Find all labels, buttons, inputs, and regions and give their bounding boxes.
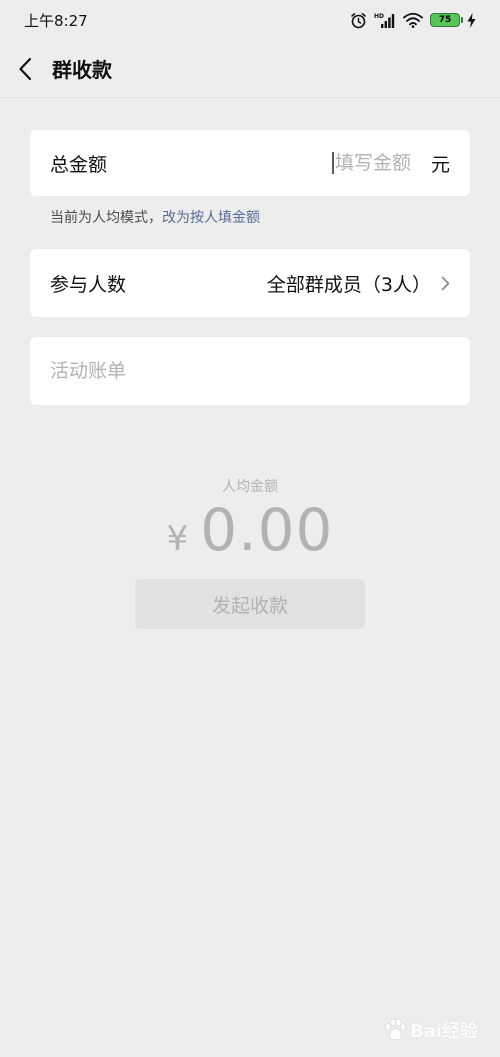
watermark-text: Bai经验 [409, 1021, 478, 1042]
battery-icon: 75 [430, 13, 463, 27]
activity-bill-input[interactable] [50, 360, 450, 382]
per-person-value: 0.00 [200, 496, 334, 564]
total-amount-input[interactable] [334, 152, 421, 174]
start-collection-button[interactable]: 发起收款 [135, 579, 365, 629]
nav-bar: 群收款 [0, 40, 500, 98]
status-bar: 上午8:27 HD 75 [0, 0, 500, 40]
currency-symbol: ¥ [166, 519, 189, 559]
mode-hint-text: 当前为人均模式， [50, 210, 162, 226]
participants-value: 全部群成员（3人） [266, 273, 431, 296]
back-button[interactable] [0, 40, 50, 98]
text-cursor [331, 152, 334, 174]
page-title: 群收款 [52, 58, 112, 82]
currency-unit-label: 元 [430, 153, 450, 176]
switch-mode-link[interactable]: 改为按人填金额 [162, 210, 260, 226]
participants-row[interactable]: 参与人数 全部群成员（3人） [30, 249, 470, 317]
activity-bill-card [30, 337, 470, 405]
participants-label: 参与人数 [50, 273, 127, 296]
hd-signal-icon: HD [374, 13, 395, 28]
charging-bolt-icon [467, 12, 476, 28]
chevron-right-icon [441, 276, 450, 290]
alarm-icon [351, 12, 366, 28]
svg-text:HD: HD [374, 13, 384, 20]
per-person-amount: ¥ 0.00 [0, 496, 500, 564]
total-amount-entry: 元 [331, 150, 450, 177]
baidu-paw-icon [385, 1018, 406, 1041]
status-icons: HD 75 [350, 12, 476, 29]
battery-level: 75 [438, 15, 452, 25]
wifi-icon [403, 12, 423, 28]
per-person-label: 人均金额 [222, 479, 278, 495]
mode-hint: 当前为人均模式，改为按人填金额 [50, 207, 260, 227]
total-amount-card: 总金额 元 [30, 130, 470, 196]
watermark: Bai经验 [382, 1017, 478, 1043]
total-amount-label: 总金额 [50, 153, 108, 176]
participants-selector: 全部群成员（3人） [267, 270, 450, 297]
status-time: 上午8:27 [24, 11, 88, 30]
chevron-left-icon [19, 57, 32, 80]
